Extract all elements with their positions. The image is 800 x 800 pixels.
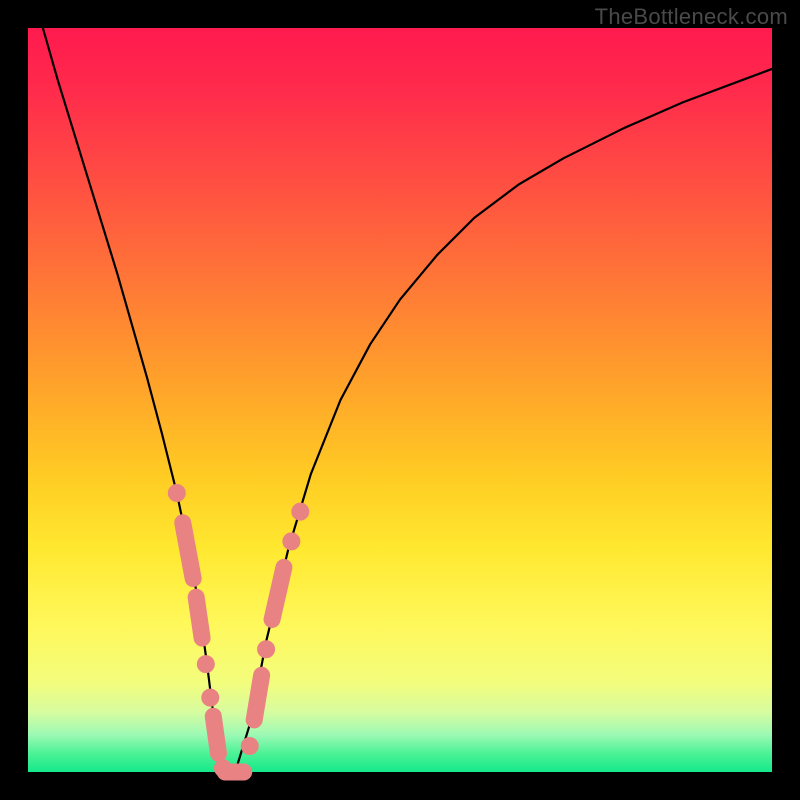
marker-dot — [283, 533, 300, 550]
marker-pill — [196, 597, 202, 638]
marker-dot — [168, 485, 185, 502]
marker-dot — [241, 737, 258, 754]
marker-dot — [258, 641, 275, 658]
marker-dot — [202, 689, 219, 706]
bottleneck-curve — [43, 28, 772, 772]
marker-dot — [197, 656, 214, 673]
outer-frame: TheBottleneck.com — [0, 0, 800, 800]
watermark-text: TheBottleneck.com — [595, 4, 788, 30]
chart-svg — [28, 28, 772, 772]
marker-pill — [254, 675, 261, 720]
marker-pill — [183, 523, 193, 579]
scatter-markers — [168, 485, 309, 777]
marker-pill — [213, 716, 218, 753]
marker-pill — [272, 567, 284, 619]
marker-dot — [292, 503, 309, 520]
